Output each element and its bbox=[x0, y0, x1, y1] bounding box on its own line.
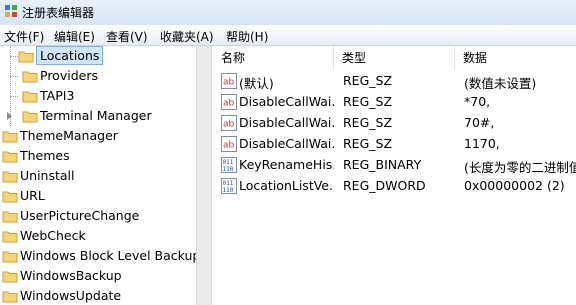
menu-help[interactable]: 帮助(H) bbox=[226, 28, 268, 45]
tree-item-thememanager[interactable]: ThemeManager bbox=[0, 126, 196, 146]
string-value-icon: ab bbox=[221, 94, 237, 110]
value-row[interactable]: 011 110 LocationListVe... REG_DWORD 0x000… bbox=[213, 176, 576, 197]
tree-item-windowsupdate[interactable]: WindowsUpdate bbox=[0, 286, 196, 305]
value-name: KeyRenameHis... bbox=[239, 157, 334, 172]
tree-item-themes[interactable]: Themes bbox=[0, 146, 196, 166]
value-row[interactable]: ab DisableCallWai... REG_SZ 70#, bbox=[213, 113, 576, 134]
tree-item-userpicturechange[interactable]: UserPictureChange bbox=[0, 206, 196, 226]
folder-icon bbox=[2, 211, 18, 223]
tree-item-windowsbackup[interactable]: WindowsBackup bbox=[0, 266, 196, 286]
folder-icon bbox=[2, 191, 18, 203]
svg-text:011: 011 bbox=[223, 180, 234, 187]
value-type: REG_DWORD bbox=[343, 178, 426, 193]
value-row[interactable]: 011 110 KeyRenameHis... REG_BINARY (长度为零的… bbox=[213, 155, 576, 176]
tree-scrollbar[interactable] bbox=[196, 46, 212, 305]
string-value-icon: ab bbox=[221, 73, 237, 89]
tree-item-windows-block-level-backup[interactable]: Windows Block Level Backup bbox=[0, 246, 196, 266]
menu-bar: 文件(F) 编辑(E) 查看(V) 收藏夹(A) 帮助(H) bbox=[0, 25, 576, 46]
value-data: *70, bbox=[464, 94, 491, 109]
value-type: REG_BINARY bbox=[343, 157, 422, 172]
value-type: REG_SZ bbox=[343, 136, 393, 151]
expand-arrow-icon[interactable] bbox=[7, 112, 12, 120]
tree-item-url[interactable]: URL bbox=[0, 186, 196, 206]
folder-icon bbox=[2, 171, 18, 183]
tree-item-label: Themes bbox=[20, 148, 70, 163]
binary-value-icon: 011110 bbox=[221, 178, 237, 194]
value-name: LocationListVe... bbox=[239, 178, 334, 193]
registry-values-list[interactable]: 名称 类型 数据 ab (默认) REG_SZ (数值未设置) ab Disab… bbox=[213, 46, 576, 305]
title-bar: 注册表编辑器 bbox=[0, 0, 576, 25]
tree-item-label: UserPictureChange bbox=[20, 208, 140, 223]
value-data: (长度为零的二进制值) bbox=[464, 160, 576, 175]
tree-item-label: TAPI3 bbox=[40, 88, 75, 103]
value-data: 0x00000002 (2) bbox=[464, 178, 565, 193]
folder-icon bbox=[2, 131, 18, 143]
tree-item-locations[interactable]: Locations bbox=[0, 46, 196, 66]
folder-icon bbox=[22, 91, 38, 103]
string-value-icon: ab bbox=[221, 136, 237, 152]
folder-icon bbox=[22, 71, 38, 83]
folder-icon bbox=[2, 291, 18, 303]
tree-item-label: ThemeManager bbox=[20, 128, 118, 143]
svg-text:ab: ab bbox=[223, 141, 235, 151]
regedit-icon bbox=[5, 5, 17, 17]
tree-item-label: WebCheck bbox=[20, 228, 86, 243]
menu-edit[interactable]: 编辑(E) bbox=[54, 28, 95, 45]
folder-icon bbox=[2, 251, 18, 263]
column-header-type[interactable]: 类型 bbox=[334, 46, 455, 70]
tree-item-webcheck[interactable]: WebCheck bbox=[0, 226, 196, 246]
folder-icon bbox=[2, 151, 18, 163]
value-name: DisableCallWai... bbox=[239, 115, 334, 130]
value-data: 1170, bbox=[464, 136, 500, 151]
svg-text:ab: ab bbox=[223, 120, 235, 130]
value-data: 70#, bbox=[464, 115, 495, 130]
folder-icon bbox=[22, 111, 38, 123]
value-name: DisableCallWai... bbox=[239, 136, 334, 151]
binary-value-icon: 011110 bbox=[221, 157, 237, 173]
tree-item-label: WindowsBackup bbox=[20, 268, 122, 283]
value-type: REG_SZ bbox=[343, 94, 393, 109]
folder-icon bbox=[2, 231, 18, 243]
string-value-icon: ab bbox=[221, 115, 237, 131]
tree-item-label: Terminal Manager bbox=[40, 108, 152, 123]
value-data: (数值未设置) bbox=[464, 76, 537, 91]
value-type: REG_SZ bbox=[343, 115, 393, 130]
tree-item-label: WindowsUpdate bbox=[20, 288, 122, 303]
value-row[interactable]: ab DisableCallWai... REG_SZ 1170, bbox=[213, 134, 576, 155]
value-row[interactable]: ab DisableCallWai... REG_SZ *70, bbox=[213, 92, 576, 113]
value-name: (默认) bbox=[239, 76, 274, 91]
tree-item-label: Locations bbox=[36, 46, 104, 65]
svg-text:ab: ab bbox=[223, 78, 235, 88]
tree-item-tapi3[interactable]: TAPI3 bbox=[0, 86, 196, 106]
svg-text:110: 110 bbox=[223, 166, 234, 173]
svg-text:ab: ab bbox=[223, 99, 235, 109]
menu-favorites[interactable]: 收藏夹(A) bbox=[160, 28, 214, 45]
menu-file[interactable]: 文件(F) bbox=[4, 28, 44, 45]
window-title: 注册表编辑器 bbox=[22, 6, 95, 20]
value-name: DisableCallWai... bbox=[239, 94, 334, 109]
value-row[interactable]: ab (默认) REG_SZ (数值未设置) bbox=[213, 71, 576, 92]
tree-item-label: Windows Block Level Backup bbox=[20, 248, 196, 263]
menu-view[interactable]: 查看(V) bbox=[106, 28, 148, 45]
tree-item-label: URL bbox=[20, 188, 45, 203]
tree-item-providers[interactable]: Providers bbox=[0, 66, 196, 86]
column-header-name[interactable]: 名称 bbox=[213, 46, 334, 70]
folder-icon bbox=[2, 271, 18, 283]
registry-key-tree[interactable]: Locations Providers TAPI3 Terminal Manag… bbox=[0, 46, 196, 305]
folder-icon bbox=[18, 51, 34, 63]
tree-item-label: Uninstall bbox=[20, 168, 75, 183]
tree-item-uninstall[interactable]: Uninstall bbox=[0, 166, 196, 186]
svg-text:110: 110 bbox=[223, 187, 234, 194]
value-type: REG_SZ bbox=[343, 73, 393, 88]
column-header-data[interactable]: 数据 bbox=[455, 46, 576, 70]
tree-item-label: Providers bbox=[40, 68, 98, 83]
tree-item-terminal-manager[interactable]: Terminal Manager bbox=[0, 106, 196, 126]
svg-text:011: 011 bbox=[223, 159, 234, 166]
